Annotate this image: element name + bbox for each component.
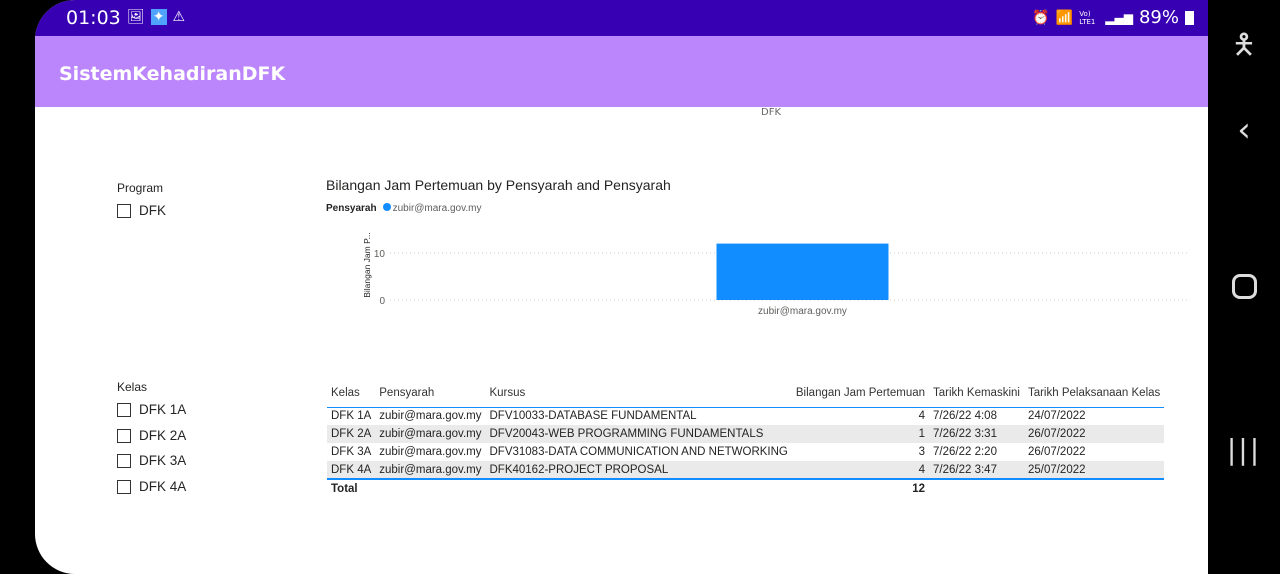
- table-cell: 4: [791, 461, 930, 479]
- table-cell: 25/07/2022: [1023, 461, 1165, 479]
- option-label: DFK 3A: [139, 453, 187, 468]
- checkbox[interactable]: [117, 453, 131, 468]
- status-bar: 01:03 🖼 ✦ ⚠ ⏰ 📶 Vo) LTE1 ▂▄▆ 89%: [35, 0, 1208, 36]
- legend-dot-icon: [382, 203, 391, 211]
- table-cell: DFK 2A: [327, 425, 376, 443]
- table-cell: [375, 478, 486, 498]
- column-header[interactable]: Kelas: [327, 380, 376, 408]
- table-cell: 7/26/22 3:31: [929, 425, 1024, 443]
- app-title: SistemKehadiranDFK: [59, 63, 286, 85]
- kelas-option[interactable]: DFK 4A: [117, 479, 186, 494]
- signal-icon: ▂▄▆: [1105, 10, 1133, 25]
- legend-title: Pensyarah: [326, 203, 377, 214]
- column-header[interactable]: Kursus: [485, 380, 792, 408]
- kelas-slicer-title: Kelas: [117, 380, 148, 394]
- column-header[interactable]: Pensyarah: [375, 380, 486, 408]
- table-header-row: Kelas Pensyarah Kursus Bilangan Jam Pertemu…: [327, 380, 1165, 408]
- table-cell: DFK 1A: [331, 410, 372, 423]
- alarm-icon: ⏰: [1032, 9, 1050, 26]
- program-slicer-title: Program: [117, 181, 164, 195]
- wifi-icon: 📶: [1055, 9, 1074, 26]
- table-cell: DFK40162-PROJECT PROPOSAL: [485, 461, 792, 479]
- total-label: Total: [327, 478, 376, 498]
- option-label: DFK 2A: [139, 428, 187, 443]
- option-label: DFK: [139, 203, 166, 218]
- bar-chart: Bilangan Jam P... 0 10 zubir@mara.gov.my: [362, 232, 1190, 317]
- table-cell: [929, 478, 1024, 498]
- recents-icon[interactable]: |||: [1208, 433, 1280, 466]
- navigation-bar: 🯅 ‹ |||: [1208, 0, 1280, 574]
- y-tick-label: 10: [374, 249, 386, 260]
- chart-legend: Pensyarah zubir@mara.gov.my: [326, 203, 481, 214]
- battery-level: 89%: [1138, 7, 1179, 28]
- table-cell: 26/07/2022: [1027, 446, 1086, 458]
- volte-icon: Vo) LTE1: [1079, 9, 1096, 26]
- table-cell: 3: [918, 446, 926, 458]
- checkbox[interactable]: [117, 402, 131, 417]
- table-cell: [1023, 478, 1165, 498]
- table-cell: 26/07/2022: [1023, 425, 1165, 443]
- table-cell: DFK 4A: [327, 461, 376, 479]
- status-time: 01:03: [66, 7, 121, 29]
- table-cell: 24/07/2022: [1027, 410, 1086, 423]
- legend-label: zubir@mara.gov.my: [392, 203, 482, 214]
- x-tick-label: zubir@mara.gov.my: [758, 306, 847, 317]
- table-cell: DFV31083-DATA COMMUNICATION AND NETWORKI…: [489, 446, 788, 458]
- top-axis-label: DFK: [761, 107, 782, 118]
- app-bar: SistemKehadiranDFK: [35, 36, 1208, 107]
- image-icon: 🖼: [127, 9, 145, 25]
- table-row[interactable]: DFK 2A zubir@mara.gov.my DFV20043-WEB PROG…: [327, 425, 1165, 443]
- home-icon[interactable]: [1208, 273, 1280, 306]
- bar[interactable]: [716, 243, 889, 300]
- checkbox[interactable]: [117, 203, 131, 218]
- kelas-option[interactable]: DFK 2A: [117, 428, 186, 443]
- table-cell: 7/26/22 2:20: [933, 446, 997, 458]
- checkbox[interactable]: [117, 428, 131, 443]
- table-cell: DFK 3A: [331, 446, 372, 458]
- table-cell: zubir@mara.gov.my: [375, 461, 486, 479]
- chart-title: Bilangan Jam Pertemuan by Pensyarah and …: [326, 177, 671, 193]
- program-option-dfk[interactable]: DFK: [117, 203, 166, 218]
- app-icon: ✦: [150, 9, 167, 25]
- column-header[interactable]: Tarikh Kemaskini: [929, 380, 1024, 408]
- battery-charging-icon: [1185, 10, 1194, 25]
- app-screen: 01:03 🖼 ✦ ⚠ ⏰ 📶 Vo) LTE1 ▂▄▆ 89% SistemK…: [35, 0, 1208, 574]
- table-cell: 7/26/22 3:47: [929, 461, 1024, 479]
- legend-item[interactable]: zubir@mara.gov.my: [382, 203, 482, 214]
- kelas-option[interactable]: DFK 1A: [117, 402, 186, 417]
- table-cell: 1: [791, 425, 930, 443]
- table-cell: 7/26/22 4:08: [933, 410, 997, 423]
- table-cell: zubir@mara.gov.my: [379, 446, 482, 458]
- table-cell: DFV10033-DATABASE FUNDAMENTAL: [489, 410, 697, 423]
- table-cell: zubir@mara.gov.my: [379, 410, 482, 423]
- total-row: Total 12: [327, 478, 1165, 498]
- accessibility-icon[interactable]: 🯅: [1208, 24, 1280, 72]
- total-value: 12: [791, 478, 930, 498]
- table-cell: [485, 478, 792, 498]
- data-table: Kelas Pensyarah Kursus Bilangan Jam Pertemu…: [327, 380, 1165, 498]
- option-label: DFK 1A: [139, 402, 187, 417]
- column-header[interactable]: Tarikh Pelaksanaan Kelas: [1023, 380, 1165, 408]
- table-row[interactable]: DFK 1A zubir@mara.gov.my DFV10033-DATABASE…: [327, 407, 1164, 425]
- table-cell: 4: [918, 410, 926, 423]
- y-tick-label: 0: [379, 296, 385, 307]
- table-cell: DFV20043-WEB PROGRAMMING FUNDAMENTALS: [485, 425, 792, 443]
- checkbox[interactable]: [117, 479, 131, 494]
- column-header[interactable]: Bilangan Jam Pertemuan: [791, 380, 930, 408]
- kelas-option[interactable]: DFK 3A: [117, 453, 186, 468]
- table-row[interactable]: DFK 4A zubir@mara.gov.my DFK40162-PROJECT …: [327, 461, 1165, 479]
- warning-icon: ⚠: [172, 9, 186, 25]
- table-row[interactable]: DFK 3A zubir@mara.gov.my DFV31083-DATA COM…: [327, 443, 1164, 461]
- y-axis-label: Bilangan Jam P...: [362, 232, 372, 298]
- option-label: DFK 4A: [139, 479, 187, 494]
- back-icon[interactable]: ‹: [1208, 110, 1280, 150]
- table-cell: zubir@mara.gov.my: [375, 425, 486, 443]
